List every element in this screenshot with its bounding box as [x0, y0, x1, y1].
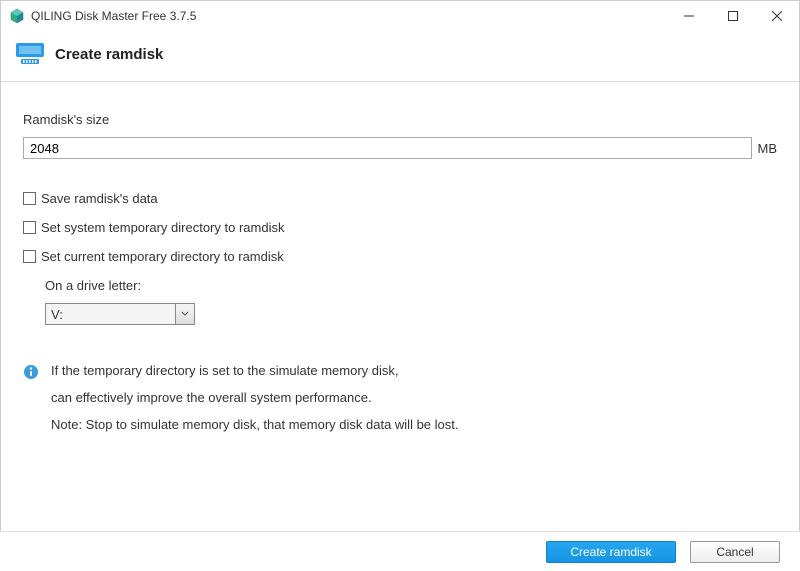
footer: Create ramdisk Cancel [0, 531, 800, 571]
window-controls [667, 1, 799, 31]
size-input[interactable] [23, 137, 752, 159]
save-data-label: Save ramdisk's data [41, 191, 158, 206]
info-line-2: can effectively improve the overall syst… [51, 390, 459, 405]
app-icon [9, 8, 25, 24]
titlebar: QILING Disk Master Free 3.7.5 [1, 1, 799, 31]
drive-section: On a drive letter: V: [45, 278, 777, 325]
checkbox-icon[interactable] [23, 250, 36, 263]
info-icon [23, 364, 39, 380]
checkbox-icon[interactable] [23, 192, 36, 205]
drive-label: On a drive letter: [45, 278, 777, 293]
size-row: MB [23, 137, 777, 159]
create-ramdisk-button[interactable]: Create ramdisk [546, 541, 676, 563]
info-line-3: Note: Stop to simulate memory disk, that… [51, 417, 459, 432]
page-header: Create ramdisk [1, 31, 799, 82]
minimize-button[interactable] [667, 1, 711, 31]
current-temp-label: Set current temporary directory to ramdi… [41, 249, 284, 264]
drive-select-row: V: [45, 303, 777, 325]
system-temp-label: Set system temporary directory to ramdis… [41, 220, 284, 235]
info-lines: If the temporary directory is set to the… [51, 363, 459, 432]
page-title: Create ramdisk [55, 46, 163, 63]
drive-select[interactable]: V: [45, 303, 195, 325]
window-title: QILING Disk Master Free 3.7.5 [31, 9, 667, 23]
checkbox-icon[interactable] [23, 221, 36, 234]
current-temp-option[interactable]: Set current temporary directory to ramdi… [23, 249, 777, 264]
size-unit: MB [758, 141, 778, 156]
info-block: If the temporary directory is set to the… [23, 363, 777, 432]
drive-select-value[interactable]: V: [45, 303, 175, 325]
cancel-button[interactable]: Cancel [690, 541, 780, 563]
info-line-1: If the temporary directory is set to the… [51, 363, 459, 378]
close-button[interactable] [755, 1, 799, 31]
chevron-down-icon[interactable] [175, 303, 195, 325]
ramdisk-icon [15, 41, 45, 67]
maximize-button[interactable] [711, 1, 755, 31]
size-label: Ramdisk's size [23, 112, 777, 127]
content-area: Ramdisk's size MB Save ramdisk's data Se… [1, 82, 799, 442]
save-data-option[interactable]: Save ramdisk's data [23, 191, 777, 206]
system-temp-option[interactable]: Set system temporary directory to ramdis… [23, 220, 777, 235]
